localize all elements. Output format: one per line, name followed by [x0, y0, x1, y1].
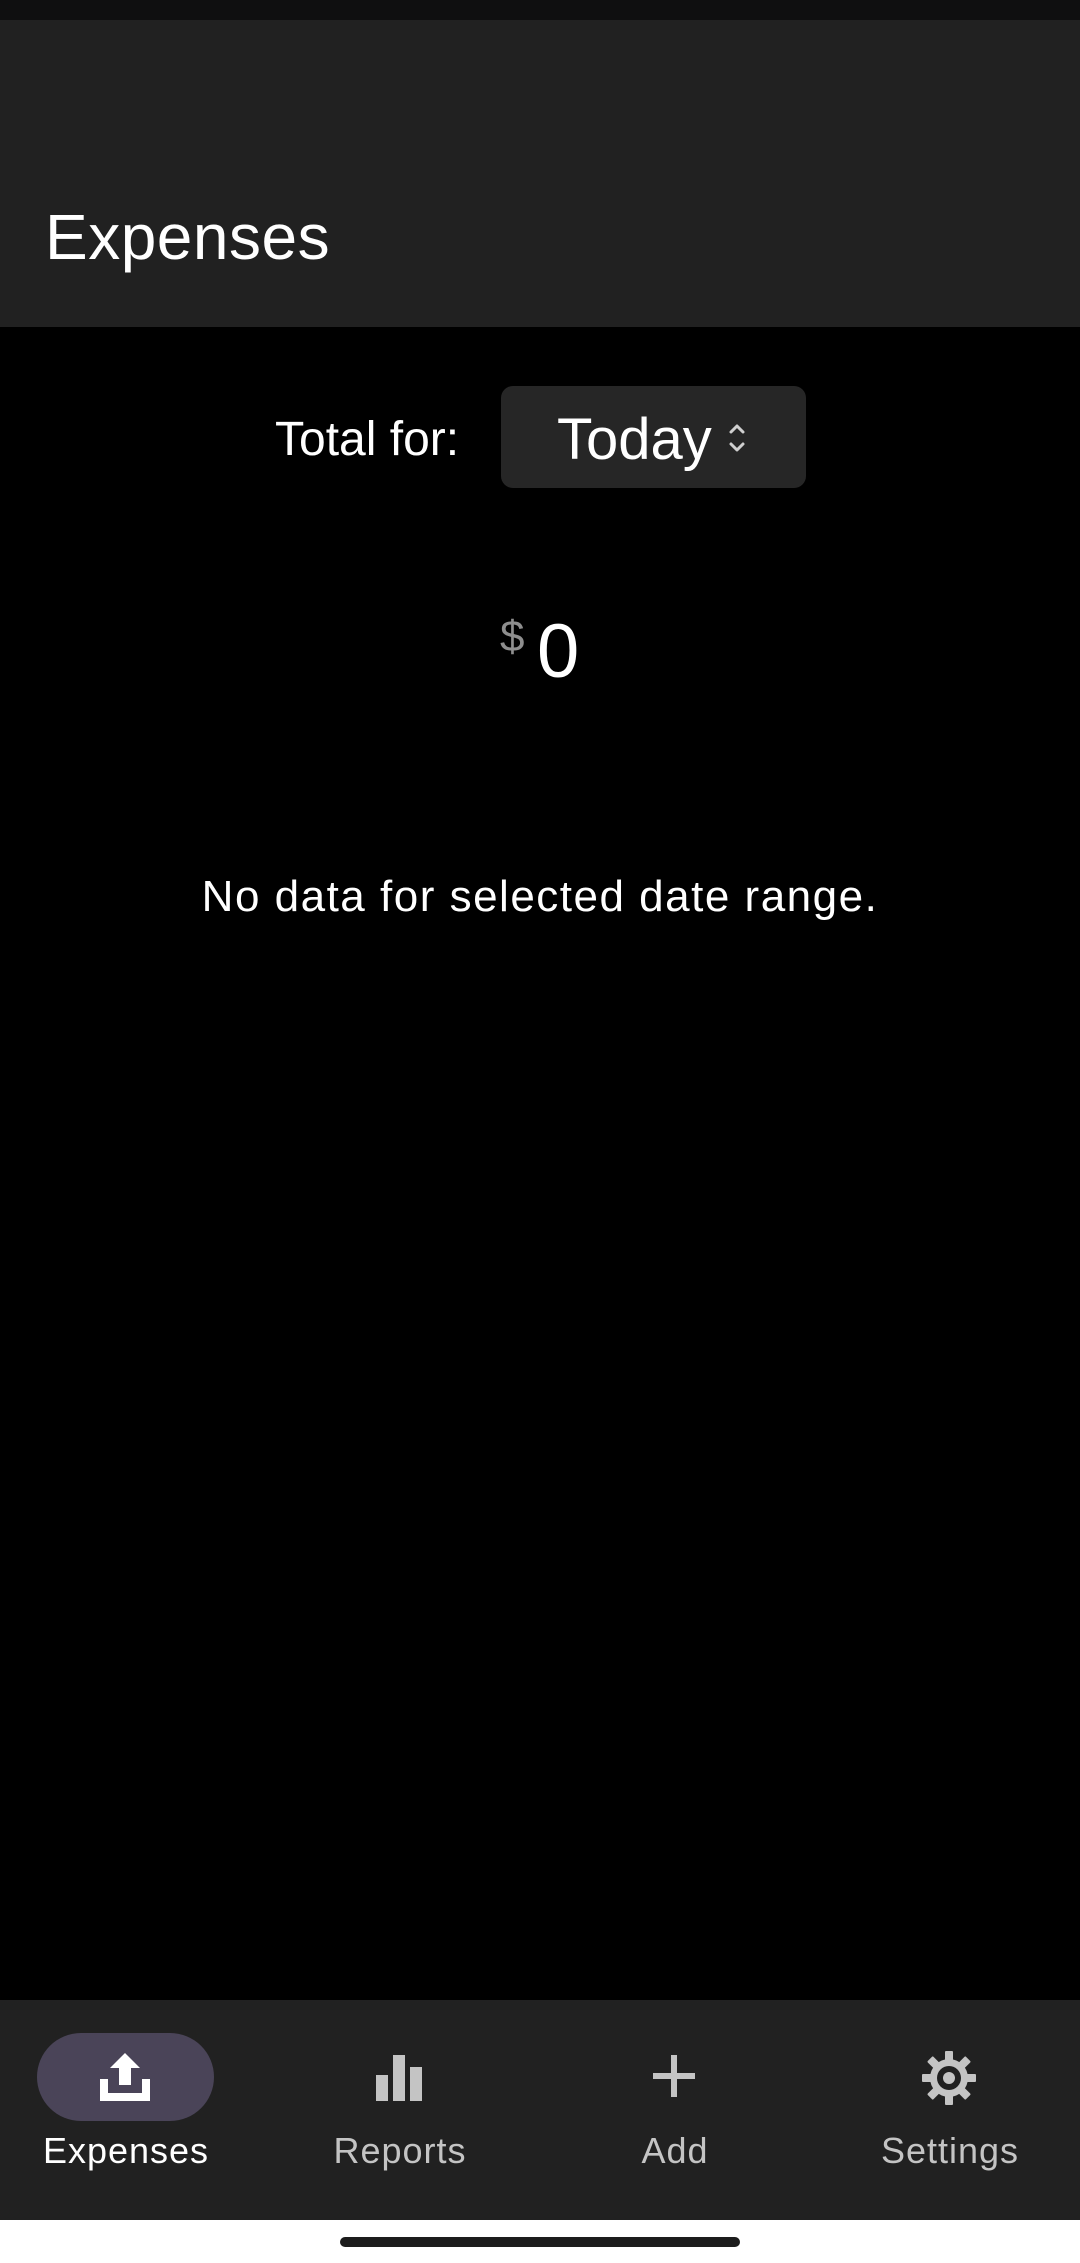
up-down-chevron-icon	[729, 424, 745, 452]
nav-label-add: Add	[641, 2130, 709, 2171]
amount-value: 0	[537, 609, 580, 694]
bar-chart-icon	[376, 2055, 422, 2101]
currency-symbol: $	[500, 612, 525, 661]
total-row: Total for: Today	[0, 386, 1080, 488]
nav-item-add[interactable]: Add	[549, 2000, 819, 2220]
nav-item-expenses[interactable]: Expenses	[0, 2000, 270, 2220]
nav-label-settings: Settings	[880, 2130, 1020, 2171]
status-bar	[0, 0, 1080, 20]
nav-item-settings[interactable]: Settings	[824, 2000, 1080, 2220]
bottom-navigation: Expenses Reports Add Settings	[0, 2000, 1080, 2220]
home-indicator[interactable]	[340, 2237, 740, 2247]
app-bar: Expenses	[0, 20, 1080, 327]
period-select[interactable]: Today	[501, 386, 806, 488]
period-select-value: Today	[557, 407, 712, 472]
nav-label-expenses: Expenses	[42, 2130, 210, 2171]
upload-icon	[100, 2053, 150, 2101]
page-title: Expenses	[45, 201, 331, 273]
plus-icon	[653, 2055, 695, 2097]
gear-icon	[922, 2051, 976, 2105]
nav-item-reports[interactable]: Reports	[274, 2000, 544, 2220]
gesture-navigation-area	[0, 2220, 1080, 2263]
total-label: Total for:	[275, 413, 460, 466]
nav-label-reports: Reports	[333, 2130, 467, 2171]
total-amount: $ 0	[0, 600, 1080, 700]
empty-state-message: No data for selected date range.	[201, 872, 879, 921]
